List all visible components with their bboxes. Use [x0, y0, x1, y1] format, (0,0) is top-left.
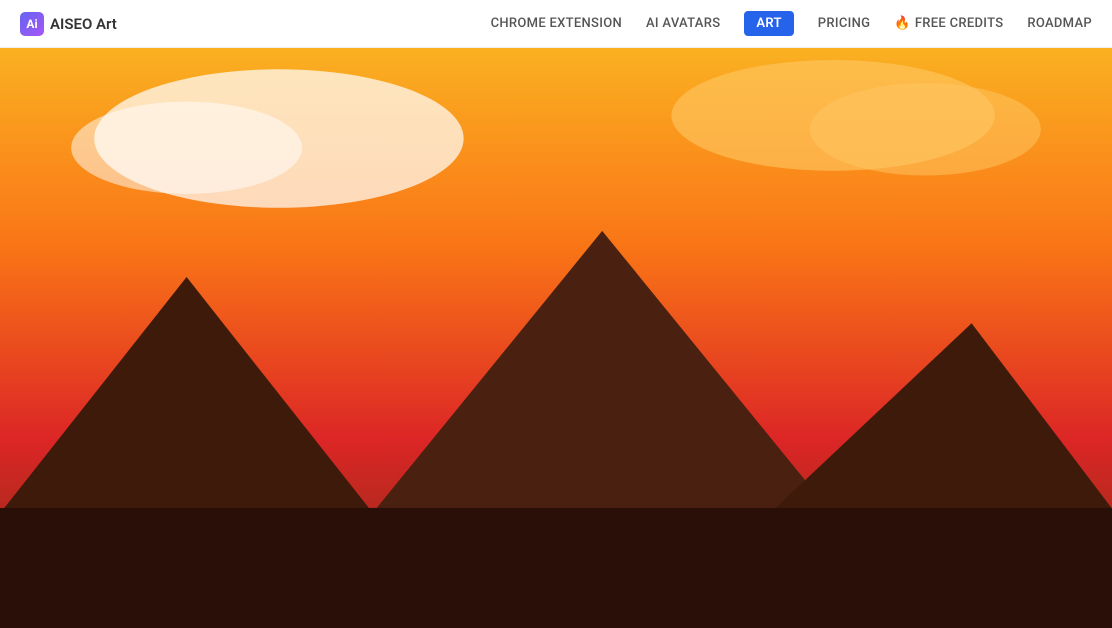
- nav-links: CHROME EXTENSION AI AVATARS ART PRICING …: [491, 11, 1092, 36]
- nav-art[interactable]: ART: [744, 11, 793, 36]
- logo-icon: Ai: [20, 12, 44, 36]
- navbar: Ai AISEO Art CHROME EXTENSION AI AVATARS…: [0, 0, 1112, 48]
- app-name: AISEO Art: [50, 15, 117, 33]
- nav-pricing[interactable]: PRICING: [818, 16, 871, 31]
- nav-roadmap[interactable]: ROADMAP: [1027, 16, 1092, 31]
- nav-ai-avatars[interactable]: AI AVATARS: [646, 16, 720, 31]
- app-logo[interactable]: Ai AISEO Art: [20, 12, 117, 36]
- nav-free-credits[interactable]: 🔥 FREE CREDITS: [894, 16, 1003, 31]
- gallery-item-4: [834, 489, 1112, 625]
- nav-chrome-extension[interactable]: CHROME EXTENSION: [491, 16, 622, 31]
- image-gallery: [0, 489, 1112, 625]
